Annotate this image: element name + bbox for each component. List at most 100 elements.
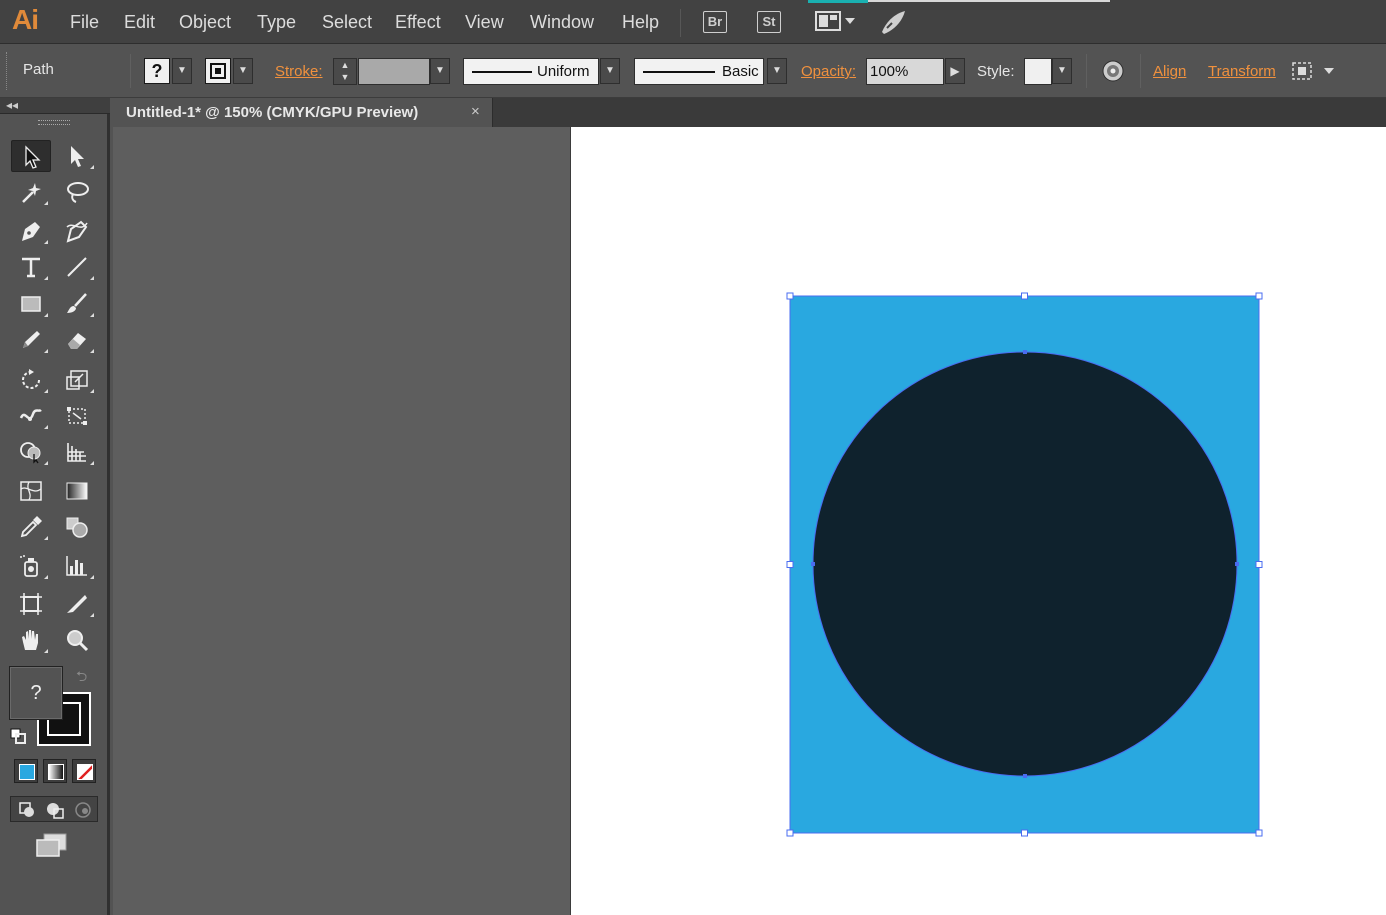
line-segment-tool[interactable] <box>57 251 97 283</box>
draw-behind-button[interactable] <box>46 801 64 819</box>
control-bar: Path ? ▼ ▼ Stroke: ▲ ▼ ▼ Uniform ▼ Basic … <box>0 44 1386 98</box>
eraser-tool[interactable] <box>57 324 97 356</box>
free-transform-tool[interactable] <box>57 400 97 432</box>
column-graph-tool[interactable] <box>57 550 97 582</box>
anchor-point[interactable] <box>1023 350 1027 354</box>
pencil-tool[interactable] <box>11 324 51 356</box>
fill-dropdown-arrow[interactable]: ▼ <box>172 58 192 84</box>
collapse-panel-icon[interactable]: ◂◂ <box>6 98 18 112</box>
transform-panel-link[interactable]: Transform <box>1208 63 1276 80</box>
graphic-style-swatch[interactable] <box>1024 58 1052 85</box>
menu-effect[interactable]: Effect <box>395 12 441 33</box>
brush-dropdown[interactable]: ▼ <box>767 58 787 84</box>
direct-selection-tool[interactable] <box>57 140 97 172</box>
none-mode-button[interactable] <box>72 759 96 783</box>
stroke-weight-input[interactable] <box>358 58 430 85</box>
selection-tool[interactable] <box>11 140 51 172</box>
mesh-tool[interactable] <box>11 475 51 507</box>
gradient-tool[interactable] <box>57 475 97 507</box>
draw-inside-icon <box>75 802 91 818</box>
opacity-panel-link[interactable]: Opacity: <box>801 63 856 80</box>
align-panel-link[interactable]: Align <box>1153 63 1186 80</box>
close-tab-icon[interactable]: × <box>471 103 480 120</box>
zoom-tool[interactable] <box>57 624 97 656</box>
stroke-panel-link[interactable]: Stroke: <box>275 63 323 80</box>
artboard[interactable] <box>570 127 1386 915</box>
variable-width-dropdown[interactable]: ▼ <box>600 58 620 84</box>
menu-select[interactable]: Select <box>322 12 372 33</box>
menu-object[interactable]: Object <box>179 12 231 33</box>
eyedropper-tool[interactable] <box>11 511 51 543</box>
shape-builder-icon <box>20 442 41 464</box>
menu-type[interactable]: Type <box>257 12 296 33</box>
rectangle-tool[interactable] <box>11 288 51 320</box>
variable-width-profile-select[interactable]: Uniform <box>463 58 599 85</box>
stroke-weight-dropdown[interactable]: ▼ <box>430 58 450 84</box>
fill-swatch[interactable]: ? <box>9 666 63 720</box>
menu-help[interactable]: Help <box>622 12 659 33</box>
canvas-pasteboard[interactable] <box>113 127 1386 915</box>
eraser-icon <box>68 333 86 349</box>
menu-view[interactable]: View <box>465 12 504 33</box>
default-fill-stroke-icon[interactable] <box>10 728 26 744</box>
isolate-selected-button[interactable] <box>1290 59 1340 83</box>
scale-tool[interactable] <box>57 364 97 396</box>
gradient-mode-swatch <box>48 764 64 780</box>
tools-panel-grip[interactable] <box>38 120 70 125</box>
fill-color-swatch[interactable]: ? <box>144 58 170 84</box>
color-mode-button[interactable] <box>14 759 38 783</box>
color-mode-swatch <box>19 764 35 780</box>
menu-window[interactable]: Window <box>530 12 594 33</box>
anchor-point[interactable] <box>1235 562 1239 566</box>
swap-fill-stroke-icon[interactable]: ⮌ <box>76 666 87 690</box>
hand-tool[interactable] <box>11 624 51 656</box>
document-tab[interactable]: Untitled-1* @ 150% (CMYK/GPU Preview) × <box>113 98 493 127</box>
curvature-tool[interactable] <box>57 215 97 247</box>
symbol-sprayer-tool[interactable] <box>11 550 51 582</box>
lasso-tool[interactable] <box>57 176 97 208</box>
artboard-tool[interactable] <box>11 588 51 620</box>
bridge-button[interactable]: Br <box>703 11 727 33</box>
draw-inside-button[interactable] <box>74 801 92 819</box>
bounding-box-handle[interactable] <box>786 829 794 837</box>
stock-button[interactable]: St <box>757 11 781 33</box>
style-dropdown[interactable]: ▼ <box>1052 58 1072 84</box>
type-tool[interactable] <box>11 251 51 283</box>
opacity-input[interactable]: 100% <box>866 58 944 85</box>
recolor-artwork-button[interactable] <box>1101 59 1125 83</box>
magic-wand-tool[interactable] <box>11 176 51 208</box>
bounding-box-handle[interactable] <box>1255 561 1263 568</box>
pen-tool[interactable] <box>11 215 51 247</box>
bounding-box-handle[interactable] <box>1021 292 1028 300</box>
stroke-dropdown-arrow[interactable]: ▼ <box>233 58 253 84</box>
opacity-slider-button[interactable]: ▶ <box>945 58 965 84</box>
mesh-icon <box>20 481 42 501</box>
anchor-point[interactable] <box>811 562 815 566</box>
slice-tool[interactable] <box>57 588 97 620</box>
bounding-box-handle[interactable] <box>786 561 794 568</box>
bounding-box-handle[interactable] <box>786 292 794 300</box>
dark-circle-shape[interactable] <box>812 351 1238 777</box>
bounding-box-handle[interactable] <box>1021 829 1028 837</box>
gradient-mode-button[interactable] <box>43 759 67 783</box>
perspective-grid-tool[interactable] <box>57 436 97 468</box>
shape-builder-tool[interactable] <box>11 436 51 468</box>
width-tool[interactable] <box>11 400 51 432</box>
gpu-performance-button[interactable] <box>878 8 908 36</box>
tools-panel: ⮌ ? <box>0 114 110 915</box>
draw-normal-button[interactable] <box>18 801 36 819</box>
anchor-point[interactable] <box>1023 774 1027 778</box>
bounding-box-handle[interactable] <box>1255 292 1263 300</box>
stroke-color-swatch[interactable] <box>205 58 231 84</box>
rotate-tool[interactable] <box>11 364 51 396</box>
paintbrush-tool[interactable] <box>57 288 97 320</box>
menu-file[interactable]: File <box>70 12 99 33</box>
stroke-weight-stepper[interactable]: ▲ ▼ <box>333 58 357 85</box>
screen-mode-button[interactable] <box>34 832 70 860</box>
blend-tool[interactable] <box>57 511 97 543</box>
menu-edit[interactable]: Edit <box>124 12 155 33</box>
bounding-box-handle[interactable] <box>1255 829 1263 837</box>
brush-definition-select[interactable]: Basic <box>634 58 764 85</box>
arrange-documents-button[interactable] <box>814 10 858 34</box>
control-bar-grip[interactable] <box>6 52 9 90</box>
